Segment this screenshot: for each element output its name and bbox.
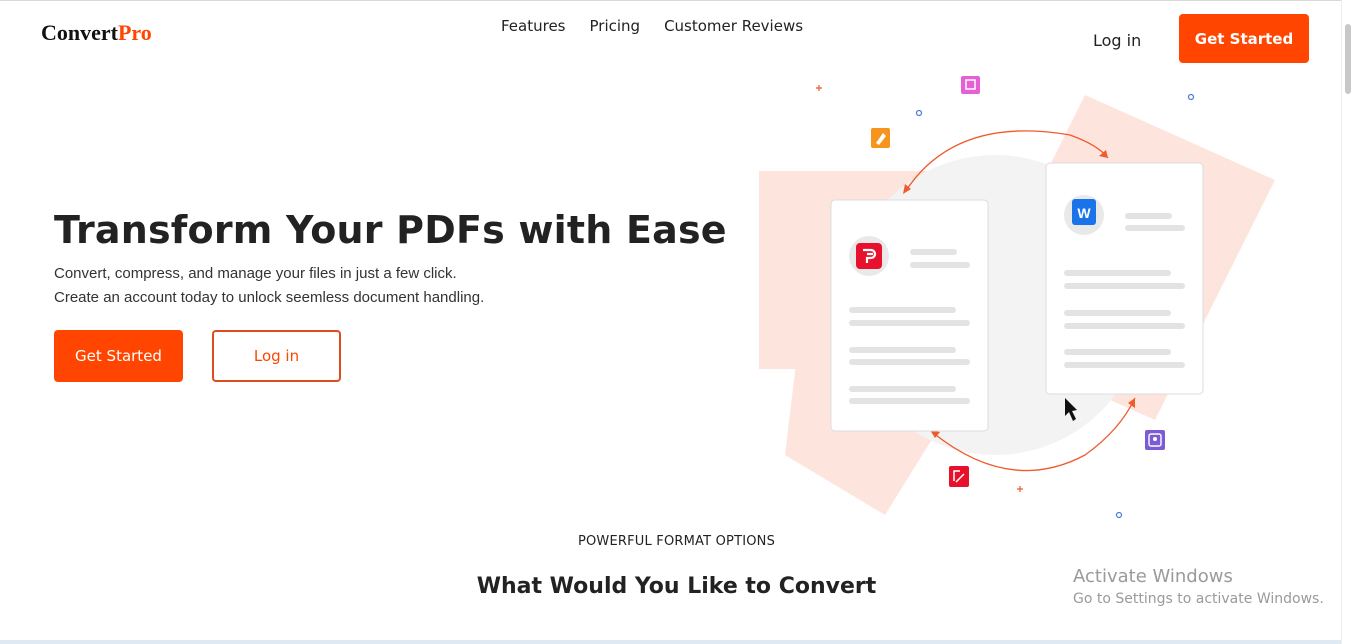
logo[interactable]: ConvertPro bbox=[41, 20, 152, 46]
pdf-line bbox=[849, 347, 956, 353]
sign-icon bbox=[949, 466, 969, 487]
dot-mark bbox=[915, 109, 923, 117]
dot-mark bbox=[1187, 93, 1195, 101]
activate-windows-watermark: Activate Windows Go to Settings to activ… bbox=[1073, 566, 1324, 607]
pdf-icon bbox=[856, 243, 882, 269]
logo-main-text: Convert bbox=[41, 20, 118, 45]
header-get-started-button[interactable]: Get Started bbox=[1179, 14, 1309, 63]
nav-pricing[interactable]: Pricing bbox=[590, 17, 641, 35]
compress-icon bbox=[961, 76, 980, 94]
hero-illustration: W bbox=[759, 76, 1275, 519]
plus-mark bbox=[816, 85, 822, 91]
word-line bbox=[1064, 283, 1185, 289]
word-line bbox=[1064, 362, 1185, 368]
section-kicker: POWERFUL FORMAT OPTIONS bbox=[577, 534, 776, 549]
hero-title: Transform Your PDFs with Ease bbox=[54, 208, 727, 252]
nav-features[interactable]: Features bbox=[501, 17, 566, 35]
word-line bbox=[1064, 310, 1171, 316]
page-scrollbar[interactable] bbox=[1341, 0, 1353, 644]
pdf-document-card bbox=[830, 199, 989, 432]
pdf-card-bg bbox=[830, 199, 989, 432]
pdf-line bbox=[849, 398, 970, 404]
word-line bbox=[1064, 349, 1171, 355]
pdf-line bbox=[849, 359, 970, 365]
scrollbar-thumb[interactable] bbox=[1345, 24, 1351, 94]
word-line bbox=[1125, 225, 1185, 231]
window-top-border bbox=[0, 0, 1353, 1]
image-icon-dot bbox=[1153, 437, 1157, 441]
pdf-line bbox=[910, 262, 970, 268]
word-card-bg bbox=[1045, 162, 1204, 395]
word-icon-letter: W bbox=[1077, 205, 1091, 221]
nav-customer-reviews[interactable]: Customer Reviews bbox=[664, 17, 803, 35]
hero-login-button[interactable]: Log in bbox=[212, 330, 341, 382]
pdf-line bbox=[849, 320, 970, 326]
pdf-line bbox=[849, 386, 956, 392]
hero-subtitle: Convert, compress, and manage your files… bbox=[54, 262, 484, 310]
activate-windows-subtitle: Go to Settings to activate Windows. bbox=[1073, 591, 1324, 607]
hero-subtitle-line-1: Convert, compress, and manage your files… bbox=[54, 265, 457, 282]
hero-subtitle-line-2: Create an account today to unlock seemle… bbox=[54, 289, 485, 306]
logo-accent-text: Pro bbox=[117, 20, 152, 45]
pdf-line bbox=[910, 249, 957, 255]
word-line bbox=[1064, 270, 1171, 276]
dot-mark bbox=[1115, 511, 1123, 519]
word-document-card: W bbox=[1045, 162, 1204, 395]
word-line bbox=[1125, 213, 1172, 219]
header-login-link[interactable]: Log in bbox=[1093, 31, 1141, 50]
activate-windows-title: Activate Windows bbox=[1073, 566, 1233, 587]
word-line bbox=[1064, 323, 1185, 329]
bottom-edge bbox=[0, 640, 1341, 644]
main-nav: Features Pricing Customer Reviews bbox=[501, 17, 827, 35]
plus-mark bbox=[1017, 486, 1023, 492]
hero-get-started-button[interactable]: Get Started bbox=[54, 330, 183, 382]
pdf-line bbox=[849, 307, 956, 313]
